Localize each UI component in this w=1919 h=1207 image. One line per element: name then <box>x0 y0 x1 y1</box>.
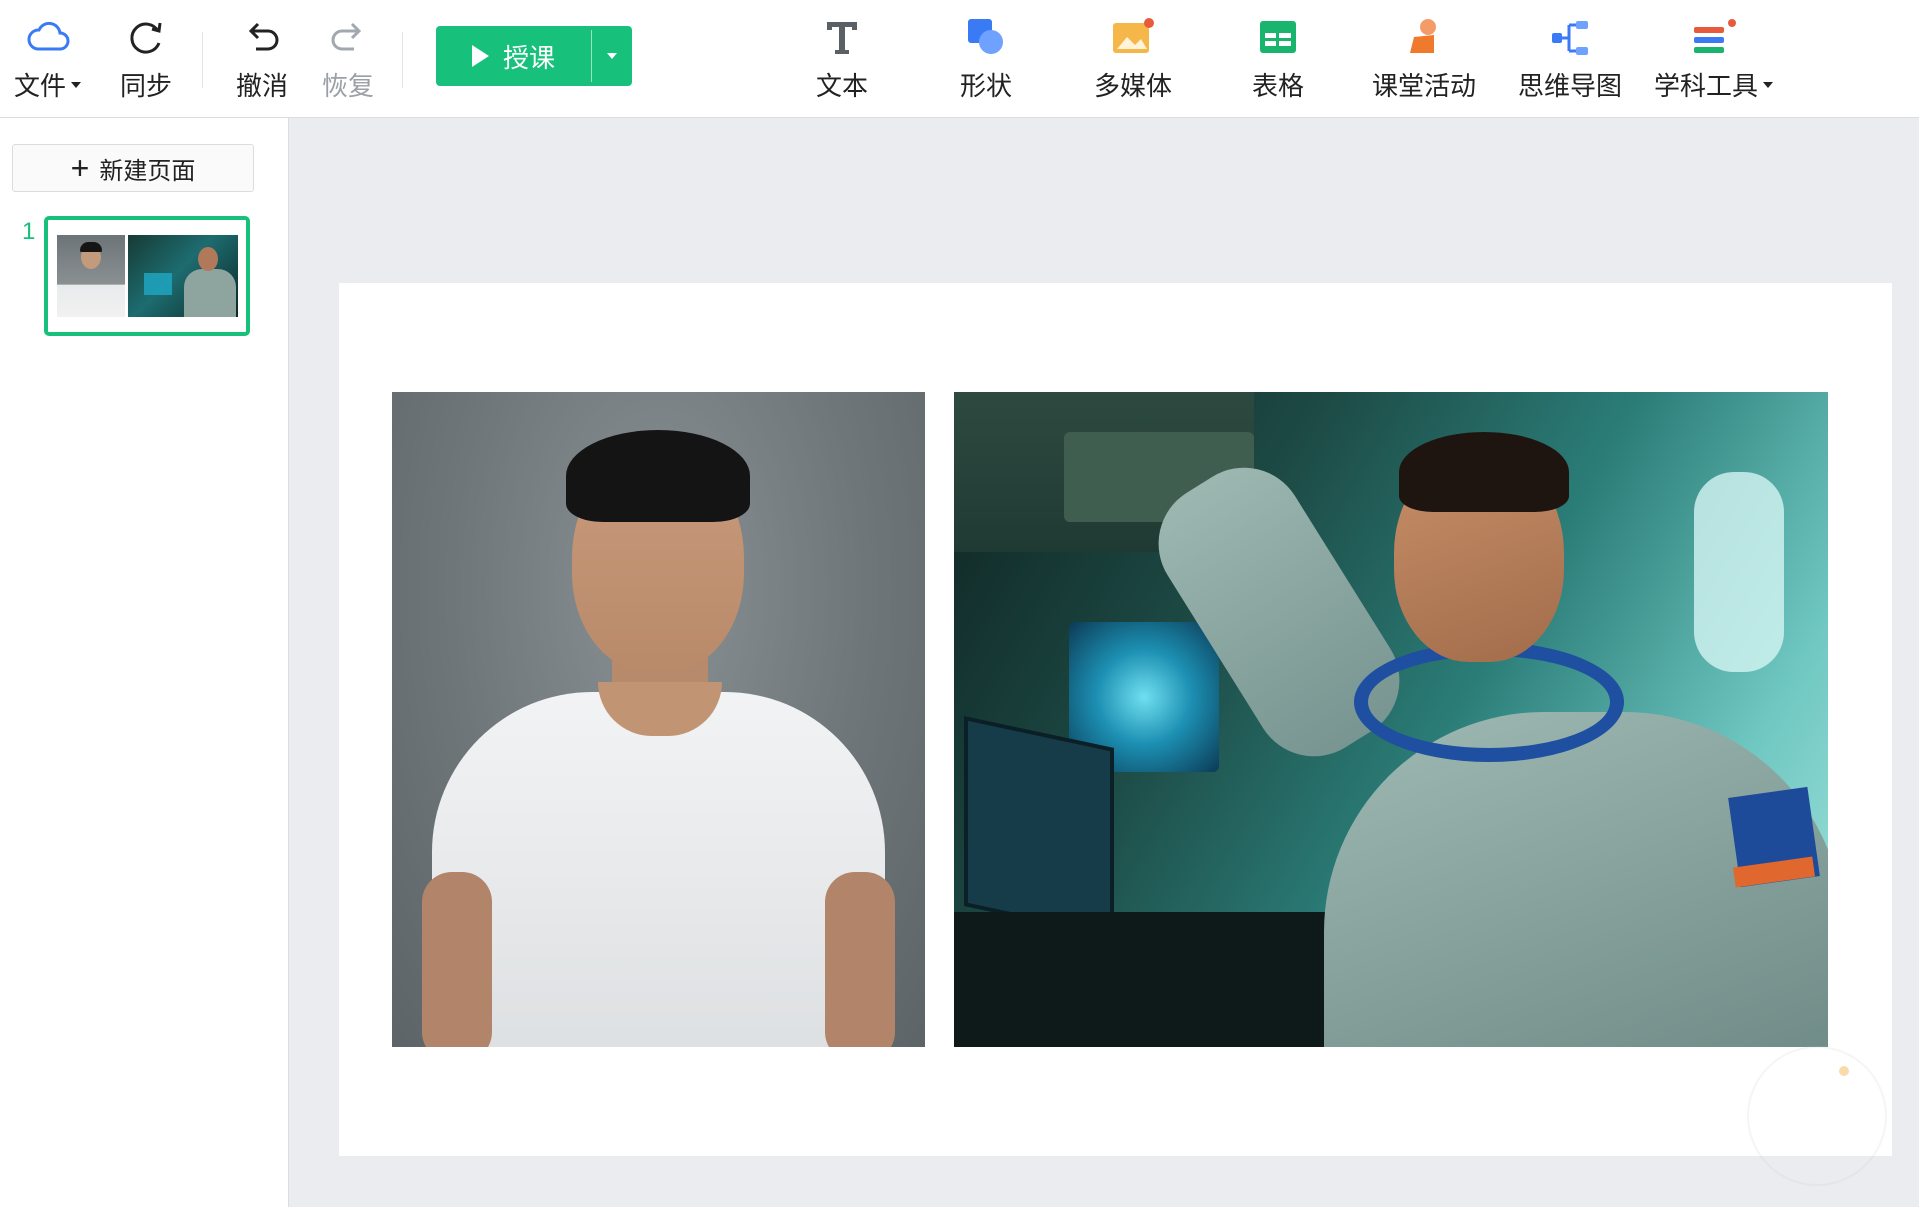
main-toolbar: 文件 同步 撤消 恢复 授课 文本 形状 多媒体 表格 课堂活动 思维导图 学科… <box>0 0 1919 118</box>
thumbnail-portrait-image <box>57 235 125 317</box>
table-label: 表格 <box>1252 71 1305 101</box>
media-icon <box>1110 14 1156 60</box>
insert-shape-button[interactable]: 形状 <box>960 14 1012 103</box>
play-icon <box>471 45 489 67</box>
insert-text-button[interactable]: 文本 <box>816 14 868 103</box>
undo-label: 撤消 <box>236 71 289 101</box>
plus-icon: + <box>70 150 90 186</box>
sync-label: 同步 <box>120 71 173 101</box>
chevron-down-icon <box>1763 81 1774 88</box>
cloud-icon <box>25 14 71 60</box>
shape-label: 形状 <box>960 71 1013 101</box>
classroom-activity-button[interactable]: 课堂活动 <box>1372 14 1476 103</box>
sync-icon <box>123 14 169 60</box>
redo-icon <box>325 14 371 60</box>
mindmap-button[interactable]: 思维导图 <box>1518 14 1622 103</box>
slide-canvas[interactable] <box>339 283 1892 1156</box>
new-page-button[interactable]: + 新建页面 <box>12 144 254 192</box>
classroom-activity-icon <box>1401 14 1447 60</box>
subject-tools-label: 学科工具 <box>1654 71 1759 101</box>
teach-button[interactable]: 授课 <box>436 26 632 86</box>
chevron-down-icon <box>71 81 82 88</box>
toolbar-divider <box>202 32 203 88</box>
watermark-logo <box>1747 1046 1887 1186</box>
teach-label: 授课 <box>502 42 555 73</box>
shape-icon <box>963 14 1009 60</box>
new-page-label: 新建页面 <box>99 157 196 185</box>
file-menu-button[interactable]: 文件 <box>14 14 82 103</box>
thumbnail-astronaut-image <box>128 235 238 317</box>
astronaut-photo[interactable] <box>954 392 1828 1047</box>
undo-button[interactable]: 撤消 <box>236 14 288 103</box>
mindmap-label: 思维导图 <box>1518 71 1623 101</box>
media-label: 多媒体 <box>1094 71 1173 101</box>
subject-tools-icon <box>1691 14 1737 60</box>
undo-icon <box>239 14 285 60</box>
file-label: 文件 <box>14 71 67 101</box>
table-icon <box>1255 14 1301 60</box>
sync-button[interactable]: 同步 <box>120 14 172 103</box>
mindmap-icon <box>1547 14 1593 60</box>
chevron-down-icon <box>607 53 617 59</box>
page-thumbnail[interactable] <box>44 216 250 336</box>
page-number: 1 <box>22 218 36 245</box>
text-label: 文本 <box>816 71 869 101</box>
insert-media-button[interactable]: 多媒体 <box>1094 14 1172 103</box>
redo-label: 恢复 <box>322 71 375 101</box>
teach-start-button[interactable]: 授课 <box>436 26 591 86</box>
teach-dropdown-button[interactable] <box>592 26 632 86</box>
page-list-sidebar: + 新建页面 1 <box>0 118 289 1207</box>
subject-tools-menu-button[interactable]: 学科工具 <box>1654 14 1774 103</box>
insert-table-button[interactable]: 表格 <box>1252 14 1304 103</box>
toolbar-divider <box>402 32 403 88</box>
portrait-photo[interactable] <box>392 392 925 1047</box>
redo-button[interactable]: 恢复 <box>322 14 374 103</box>
text-icon <box>819 14 865 60</box>
activity-label: 课堂活动 <box>1372 71 1477 101</box>
